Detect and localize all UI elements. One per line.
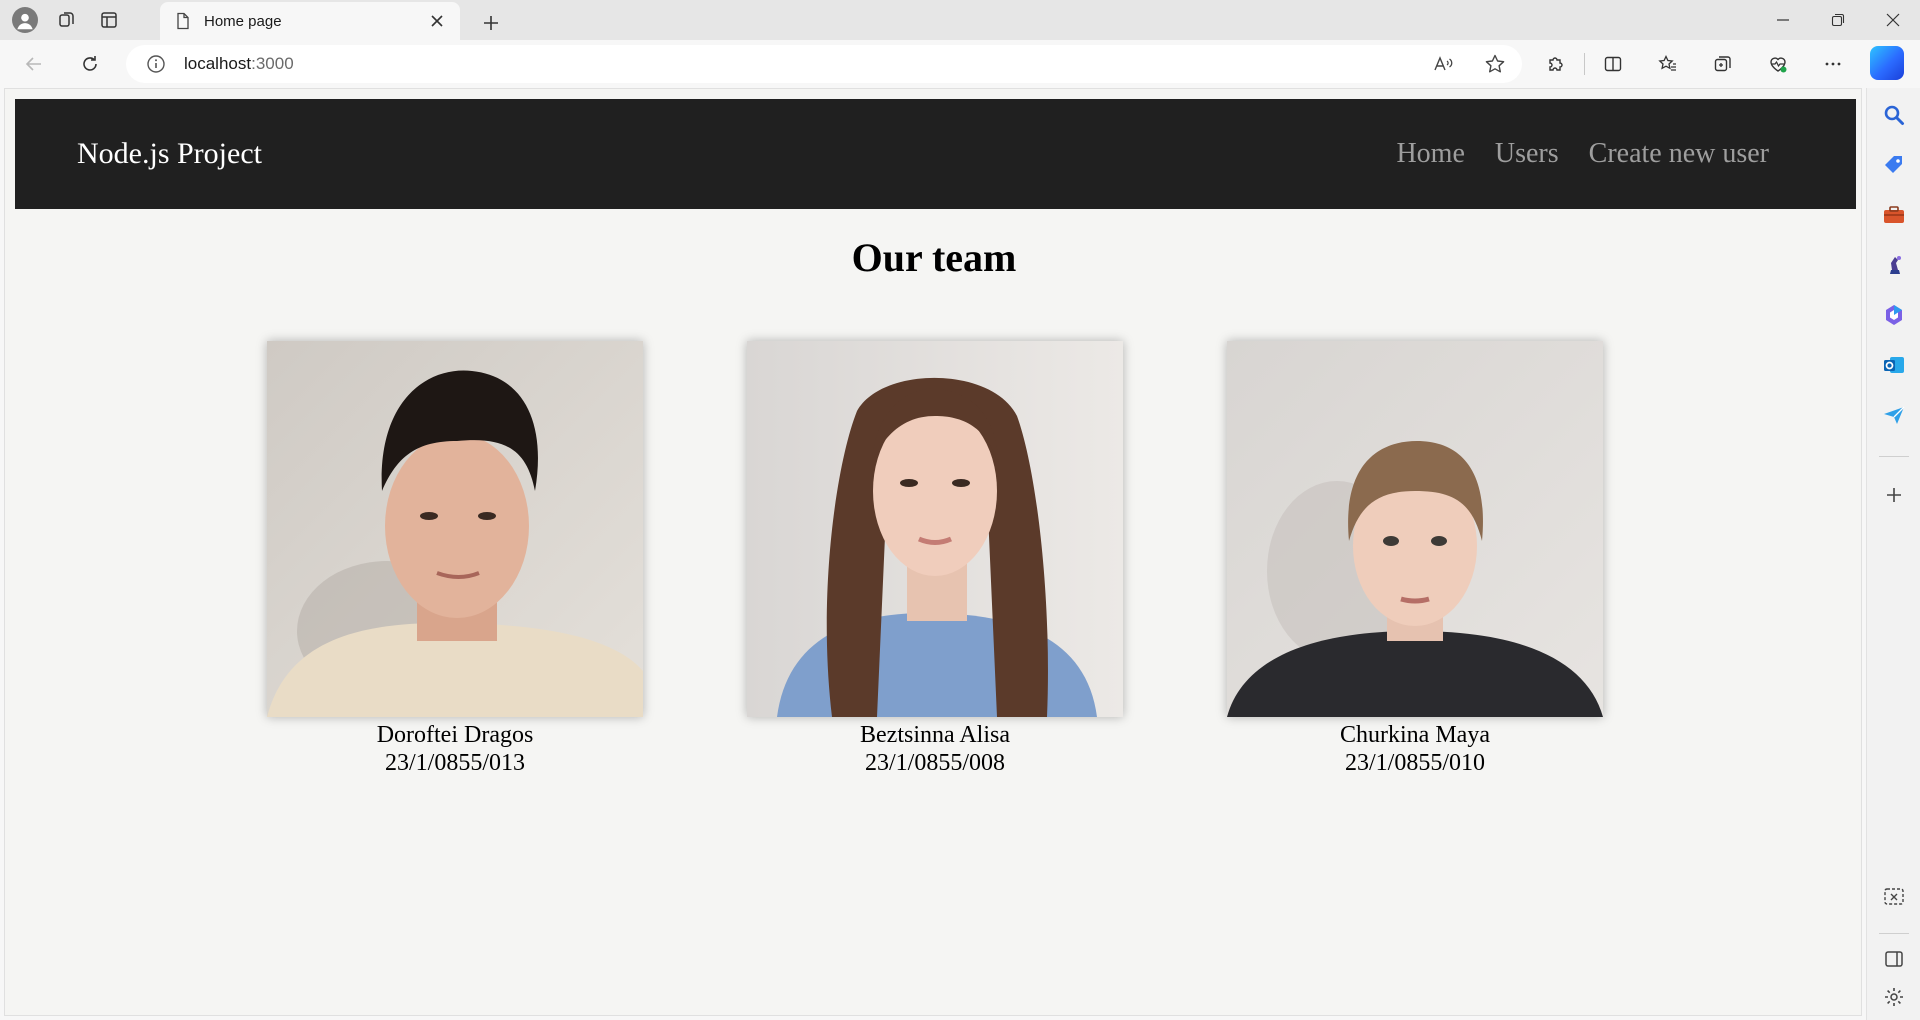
- minimize-icon: [1776, 19, 1789, 21]
- nav-link-create-user[interactable]: Create new user: [1589, 138, 1769, 170]
- sidebar-divider: [1879, 456, 1909, 457]
- collections-button[interactable]: [50, 3, 84, 37]
- sidebar-divider-bottom: [1879, 933, 1909, 934]
- active-tab[interactable]: Home page: [160, 2, 460, 40]
- team-grid: Doroftei Dragos 23/1/0855/013 Beztsinna …: [5, 341, 1861, 776]
- site-nav-links: Home Users Create new user: [1396, 138, 1769, 170]
- restore-icon: [1831, 13, 1844, 27]
- outlook-icon[interactable]: [1881, 352, 1907, 378]
- plus-icon: [484, 16, 498, 30]
- new-tab-button[interactable]: [474, 6, 508, 40]
- split-screen-button[interactable]: [1593, 44, 1633, 84]
- send-icon[interactable]: [1881, 402, 1907, 428]
- url-host: localhost: [184, 54, 252, 73]
- restore-button[interactable]: [1810, 0, 1865, 40]
- toolbar-actions: [1536, 44, 1868, 84]
- close-window-button[interactable]: [1865, 0, 1920, 40]
- team-member-card: Beztsinna Alisa 23/1/0855/008: [747, 341, 1123, 777]
- site-brand[interactable]: Node.js Project: [77, 137, 262, 171]
- profile-button[interactable]: [8, 3, 42, 37]
- arrow-left-icon: [25, 57, 41, 71]
- member-photo: [1227, 341, 1603, 717]
- minimize-button[interactable]: [1755, 0, 1810, 40]
- member-id: 23/1/0855/013: [384, 750, 525, 776]
- heart-pulse-icon: [1770, 57, 1787, 73]
- extensions-button[interactable]: [1536, 44, 1576, 84]
- search-icon[interactable]: [1881, 102, 1907, 128]
- nav-link-users[interactable]: Users: [1495, 138, 1559, 170]
- vertical-tabs-button[interactable]: [92, 3, 126, 37]
- member-photo: [747, 341, 1123, 717]
- add-icon[interactable]: [1881, 482, 1907, 508]
- settings-icon[interactable]: [1881, 984, 1907, 1010]
- close-tab-icon[interactable]: [428, 12, 446, 30]
- workspaces-icon: [59, 12, 74, 27]
- profile-icon: [12, 7, 38, 33]
- page-icon: [177, 12, 189, 30]
- read-aloud-icon[interactable]: [1432, 53, 1454, 75]
- edge-sidebar: [1866, 88, 1920, 1020]
- team-member-card: Doroftei Dragos 23/1/0855/013: [267, 341, 643, 777]
- team-member-card: Churkina Maya 23/1/0855/010: [1227, 341, 1603, 777]
- address-actions: [1432, 53, 1506, 75]
- url-port: :3000: [251, 54, 294, 73]
- chess-icon[interactable]: [1881, 252, 1907, 278]
- browser-essentials-button[interactable]: [1758, 44, 1798, 84]
- tab-title: Home page: [204, 12, 282, 30]
- collections-toolbar-button[interactable]: [1703, 44, 1743, 84]
- tag-icon[interactable]: [1881, 152, 1907, 178]
- more-horizontal-icon: [1825, 62, 1841, 66]
- member-id: 23/1/0855/010: [1344, 750, 1485, 776]
- member-photo: [267, 341, 643, 717]
- split-screen-icon: [1604, 56, 1622, 72]
- member-id: 23/1/0855/008: [864, 750, 1005, 776]
- favorite-star-icon[interactable]: [1484, 53, 1506, 75]
- site-navbar: Node.js Project Home Users Create new us…: [15, 99, 1856, 209]
- address-bar[interactable]: localhost:3000: [126, 45, 1522, 83]
- toolbar-divider: [1584, 53, 1585, 75]
- briefcase-icon[interactable]: [1881, 202, 1907, 228]
- more-options-button[interactable]: [1813, 44, 1853, 84]
- refresh-icon: [83, 56, 97, 71]
- favorites-button[interactable]: [1648, 44, 1688, 84]
- page-viewport: Node.js Project Home Users Create new us…: [4, 88, 1862, 1016]
- microsoft365-icon[interactable]: [1881, 302, 1907, 328]
- refresh-button[interactable]: [70, 44, 110, 84]
- browser-toolbar: localhost:3000: [0, 40, 1920, 88]
- member-name: Beztsinna Alisa: [860, 722, 1010, 748]
- member-name: Churkina Maya: [1340, 722, 1490, 748]
- collections-icon: [1714, 56, 1731, 72]
- close-icon: [1886, 13, 1899, 27]
- puzzle-icon: [1549, 57, 1563, 71]
- copilot-icon[interactable]: [1870, 46, 1904, 80]
- window-controls: [1755, 0, 1920, 40]
- screenshot-icon[interactable]: [1881, 884, 1907, 910]
- back-button[interactable]: [14, 44, 54, 84]
- browser-titlebar: Home page: [0, 0, 1920, 40]
- member-name: Doroftei Dragos: [376, 722, 534, 748]
- sidebar-toggle-icon[interactable]: [1881, 946, 1907, 972]
- favorites-icon: [1658, 54, 1676, 71]
- section-title: Our team: [851, 235, 1017, 280]
- info-icon[interactable]: [146, 54, 166, 74]
- tab-actions-icon: [101, 12, 117, 28]
- nav-link-home[interactable]: Home: [1396, 138, 1464, 170]
